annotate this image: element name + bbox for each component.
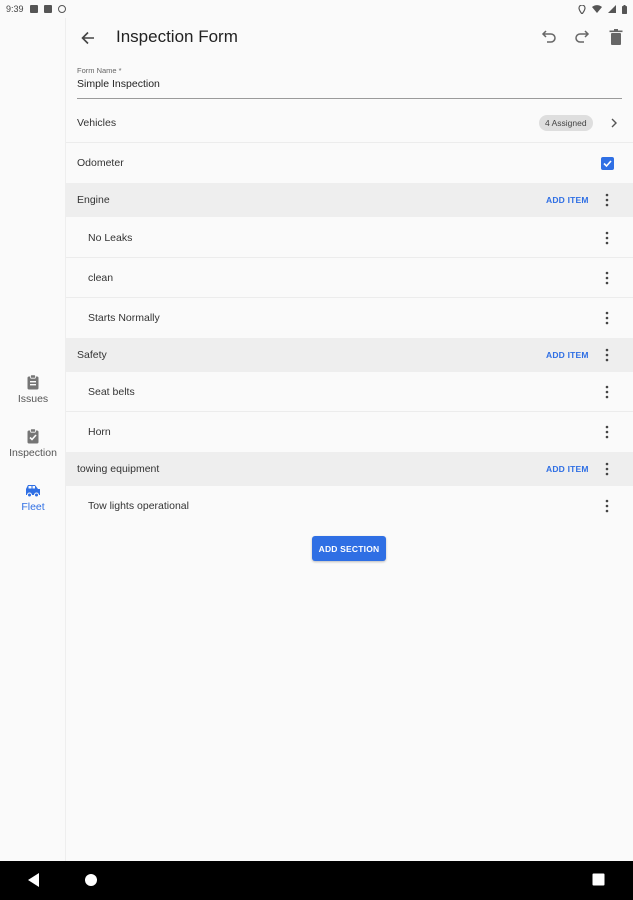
item-label: clean xyxy=(88,271,114,284)
more-vert-icon[interactable] xyxy=(603,231,611,245)
more-vert-icon[interactable] xyxy=(603,348,611,362)
list-item[interactable]: Seat belts xyxy=(66,372,633,412)
rail-item-fleet[interactable]: Fleet xyxy=(0,482,66,513)
more-vert-icon[interactable] xyxy=(603,425,611,439)
more-vert-icon[interactable] xyxy=(603,271,611,285)
status-right xyxy=(578,4,627,14)
car-icon xyxy=(26,485,40,498)
form-name-field[interactable]: Form Name * Simple Inspection xyxy=(77,66,622,99)
navigation-rail: Issues Inspection Fleet xyxy=(0,18,66,861)
add-section-button[interactable]: ADD SECTION xyxy=(312,536,386,561)
vehicles-row[interactable]: Vehicles 4 Assigned xyxy=(66,103,633,143)
odometer-row: Odometer xyxy=(66,143,633,183)
wifi-icon xyxy=(592,5,602,13)
item-label: Starts Normally xyxy=(88,312,160,324)
odometer-label: Odometer xyxy=(77,157,124,169)
rail-item-label: Fleet xyxy=(21,501,45,513)
rail-item-inspection[interactable]: Inspection xyxy=(0,428,66,459)
add-item-button[interactable]: ADD ITEM xyxy=(546,195,589,205)
more-vert-icon[interactable] xyxy=(603,499,611,513)
clipboard-check-icon xyxy=(27,428,39,444)
signal-icon xyxy=(608,5,616,13)
delete-icon[interactable] xyxy=(607,28,625,46)
section-header-safety: Safety ADD ITEM xyxy=(66,338,633,372)
section-header-towing-equipment: towing equipment ADD ITEM xyxy=(66,452,633,486)
recents-square-icon[interactable] xyxy=(592,873,605,886)
clipboard-icon xyxy=(27,374,39,390)
sync-icon xyxy=(57,5,66,13)
more-vert-icon[interactable] xyxy=(603,462,611,476)
list-item[interactable]: Horn xyxy=(66,412,633,452)
section-title: Safety xyxy=(77,349,107,361)
item-label: No Leaks xyxy=(88,231,133,244)
redo-icon[interactable] xyxy=(573,28,591,46)
rail-item-label: Issues xyxy=(17,393,49,405)
section-header-engine: Engine ADD ITEM xyxy=(66,183,633,217)
odometer-checkbox[interactable] xyxy=(601,156,614,170)
section-title: towing equipment xyxy=(77,463,160,475)
check-icon xyxy=(603,159,612,167)
more-vert-icon[interactable] xyxy=(603,311,611,325)
status-bar: 9:39 xyxy=(0,0,633,18)
list-item[interactable]: Tow lights operational xyxy=(66,486,633,526)
page-title: Inspection Form xyxy=(116,27,238,46)
location-icon xyxy=(578,4,586,14)
status-time: 9:39 xyxy=(6,4,24,14)
more-vert-icon[interactable] xyxy=(603,385,611,399)
battery-icon xyxy=(622,4,627,14)
item-label: Horn xyxy=(88,426,111,438)
item-label: Tow lights operational xyxy=(88,500,189,512)
back-triangle-icon[interactable] xyxy=(28,873,40,887)
rail-item-issues[interactable]: Issues xyxy=(0,374,66,405)
assigned-badge: 4 Assigned xyxy=(539,114,593,131)
item-label: Seat belts xyxy=(88,385,135,398)
system-nav-bar xyxy=(0,861,633,900)
rail-item-label: Inspection xyxy=(9,447,57,459)
back-arrow-icon[interactable] xyxy=(78,28,98,48)
sim-icon xyxy=(43,5,52,13)
add-item-button[interactable]: ADD ITEM xyxy=(546,464,589,474)
list-item[interactable]: clean xyxy=(66,258,633,298)
form-name-label: Form Name * xyxy=(77,66,122,75)
app-bar: Inspection Form xyxy=(66,18,633,58)
chevron-right-icon xyxy=(611,118,617,127)
list-item[interactable]: Starts Normally xyxy=(66,298,633,338)
main-content: Inspection Form Form Name * Simple Inspe… xyxy=(66,18,633,861)
form-name-value[interactable]: Simple Inspection xyxy=(77,78,160,90)
home-circle-icon[interactable] xyxy=(84,873,98,887)
undo-icon[interactable] xyxy=(540,28,558,46)
list-item[interactable]: No Leaks xyxy=(66,218,633,258)
section-title: Engine xyxy=(77,194,110,206)
vehicles-label: Vehicles xyxy=(77,116,117,129)
status-left: 9:39 xyxy=(6,4,66,14)
more-vert-icon[interactable] xyxy=(603,193,611,207)
notification-icon xyxy=(29,5,38,13)
add-item-button[interactable]: ADD ITEM xyxy=(546,350,589,360)
